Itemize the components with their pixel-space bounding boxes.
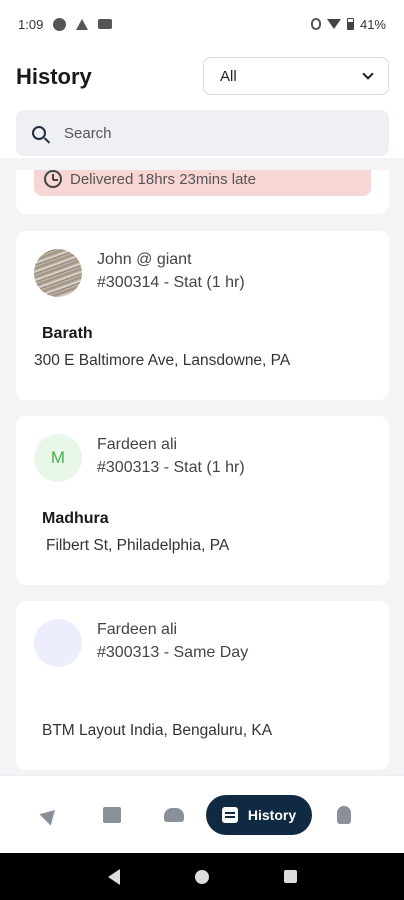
filter-selected-value: All [220,67,237,85]
chevron-down-icon [362,68,374,80]
recipient-name: Madhura [42,510,109,527]
youtube-icon [98,19,113,29]
nav-users[interactable] [152,795,196,835]
nav-send[interactable] [28,795,72,835]
order-number: #300314 - Stat (1 hr) [97,274,245,291]
nav-history-active[interactable]: History [206,794,312,835]
location-icon [310,18,321,30]
nav-package[interactable] [90,795,134,835]
delivery-address: BTM Layout India, Bengaluru, KA [42,722,273,739]
order-number: #300313 - Same Day [97,644,249,661]
search-bar[interactable] [16,110,389,156]
battery-level: 41% [359,16,386,32]
delivery-address: 300 E Baltimore Ave, Lansdowne, PA [34,352,291,369]
header: History All [0,48,404,158]
delivery-address: Filbert St, Philadelphia, PA [46,537,230,554]
recent-apps-icon[interactable] [283,870,297,883]
avatar [34,249,82,297]
users-icon [164,807,184,822]
filter-dropdown[interactable]: All [203,57,389,95]
history-icon [221,806,238,823]
clock-icon [44,170,62,188]
send-icon [39,803,61,826]
avatar: M [34,434,82,482]
notification-dot-icon [53,17,67,31]
order-card[interactable]: Fardeen ali #300313 - Same Day BTM Layou… [16,601,389,770]
recipient-name: Barath [42,325,93,342]
system-nav-bar [0,853,404,900]
battery-icon [346,18,354,30]
nav-history-label: History [247,806,297,823]
profile-icon [337,805,351,824]
nav-profile[interactable] [322,795,366,835]
package-icon [103,806,121,823]
avatar [34,619,82,667]
page-title: History [16,64,92,89]
order-card[interactable]: M Fardeen ali #300313 - Stat (1 hr) Madh… [16,416,389,585]
customer-name: Fardeen ali [97,436,178,453]
bottom-nav: History [0,775,404,853]
late-delivery-banner: Delivered 18hrs 23mins late [34,170,371,196]
order-list[interactable]: Delivered 18hrs 23mins late John @ giant… [0,170,404,775]
search-icon [32,126,46,140]
order-number: #300313 - Stat (1 hr) [97,459,245,476]
customer-name: John @ giant [97,251,192,268]
home-icon[interactable] [194,869,209,884]
late-delivery-text: Delivered 18hrs 23mins late [70,170,256,188]
order-card[interactable]: Delivered 18hrs 23mins late [16,170,389,214]
customer-name: Fardeen ali [97,621,178,638]
status-time: 1:09 [18,16,44,32]
warning-icon [76,18,89,30]
order-card[interactable]: John @ giant #300314 - Stat (1 hr) Barat… [16,231,389,400]
wifi-icon [326,19,341,29]
search-input[interactable] [64,124,344,142]
status-bar: 1:09 41% [0,0,404,48]
back-icon[interactable] [107,868,120,885]
